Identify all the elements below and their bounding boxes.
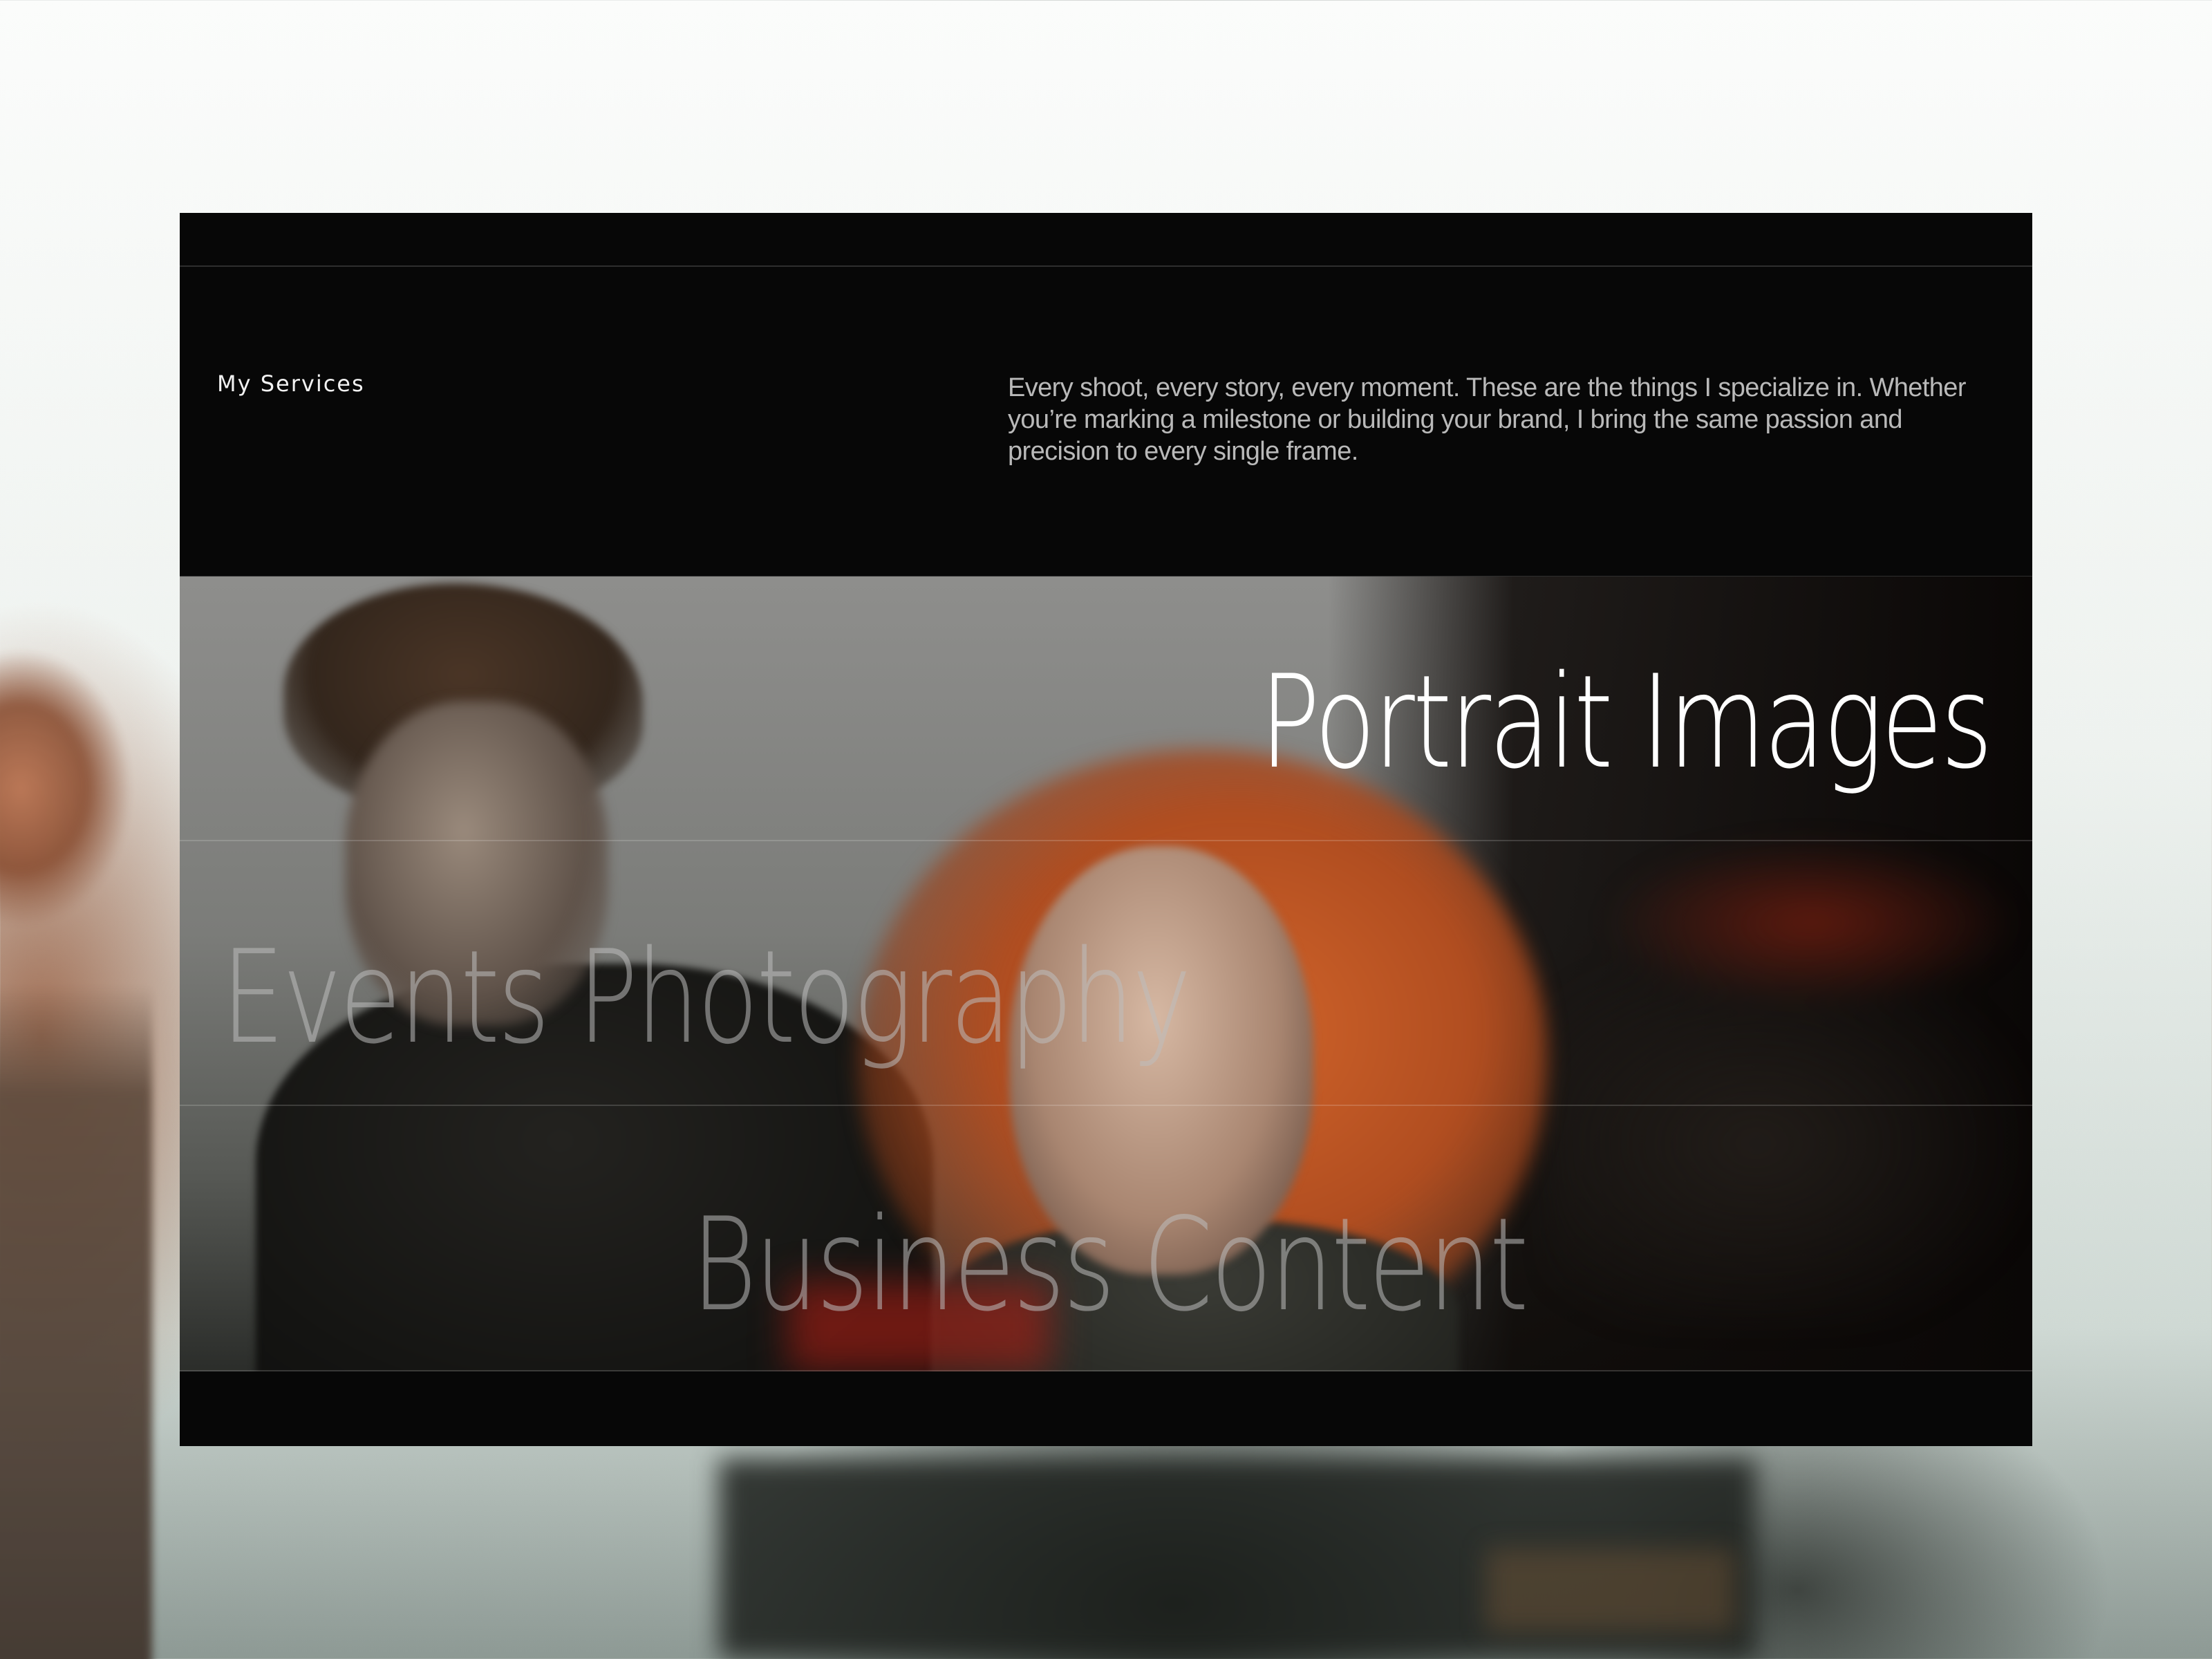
service-title: Portrait Images xyxy=(1259,647,1993,797)
divider xyxy=(180,1370,2032,1371)
section-intro: Every shoot, every story, every moment. … xyxy=(1008,373,1967,466)
service-item-events[interactable]: Events Photography xyxy=(180,841,2032,1105)
services-section: My Services Every shoot, every story, ev… xyxy=(180,213,2032,1446)
service-item-business[interactable]: Business Content xyxy=(180,1105,2032,1369)
divider xyxy=(180,265,2032,267)
service-title: Events Photography xyxy=(221,922,1192,1072)
section-eyebrow: My Services xyxy=(217,371,365,397)
background-blur-streak xyxy=(1486,1548,1735,1631)
service-item-portrait[interactable]: Portrait Images xyxy=(180,577,2032,841)
service-title: Business Content xyxy=(691,1190,1529,1340)
background-person-image xyxy=(0,608,152,1659)
